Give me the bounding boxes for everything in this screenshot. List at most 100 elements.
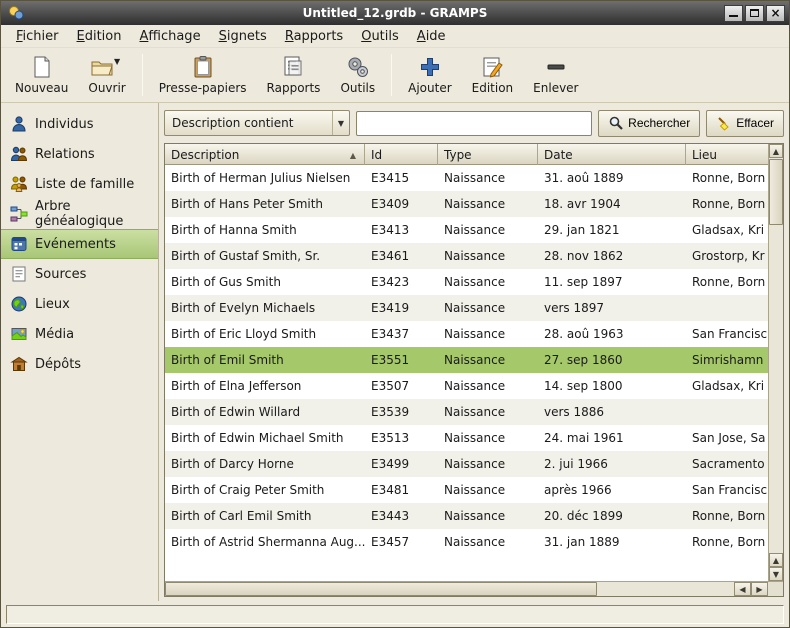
column-header-type[interactable]: Type [438,144,538,165]
add-button[interactable]: Ajouter [398,50,462,100]
table-row[interactable]: Birth of Craig Peter Smith E3481 Naissan… [165,477,768,503]
minimize-button[interactable] [724,5,743,22]
scroll-down-button[interactable]: ▼ [769,567,783,581]
column-header-lieu[interactable]: Lieu [686,144,768,165]
cell-description: Birth of Astrid Shermanna Aug... [165,535,365,549]
clear-button[interactable]: Effacer [706,110,784,137]
cell-type: Naissance [438,431,538,445]
cell-description: Birth of Carl Emil Smith [165,509,365,523]
table-row[interactable]: Birth of Hans Peter Smith E3409 Naissanc… [165,191,768,217]
table-header: Description ▲ Id Type Date Lieu [165,144,768,165]
cell-type: Naissance [438,223,538,237]
column-header-description[interactable]: Description ▲ [165,144,365,165]
broom-icon [716,115,732,131]
menu-aide[interactable]: Aide [408,26,455,47]
status-bar-row [1,601,789,627]
open-button[interactable]: ▼ Ouvrir [78,50,135,100]
maximize-icon [750,9,759,17]
cell-place: San Francisc [686,483,768,497]
sidebar-item-liste-de-famille[interactable]: Liste de famille [1,169,158,199]
table-row[interactable]: Birth of Darcy Horne E3499 Naissance 2. … [165,451,768,477]
table-row-selected[interactable]: Birth of Emil Smith E3551 Naissance 27. … [165,347,768,373]
sidebar-item-arbre-genealogique[interactable]: Arbre généalogique [1,199,158,229]
table-row[interactable]: Birth of Elna Jefferson E3507 Naissance … [165,373,768,399]
cell-date: vers 1886 [538,405,686,419]
edit-button[interactable]: Edition [462,50,524,100]
sidebar-item-depots[interactable]: Dépôts [1,349,158,379]
scroll-right-button[interactable]: ▶ [751,582,768,596]
sidebar-item-media[interactable]: Média [1,319,158,349]
events-view: Description contient ▼ Rechercher [159,103,789,601]
chevron-down-icon: ▼ [332,111,349,135]
column-header-id[interactable]: Id [365,144,438,165]
cell-description: Birth of Hans Peter Smith [165,197,365,211]
vertical-scrollbar-track[interactable] [769,225,783,553]
cell-date: 24. mai 1961 [538,431,686,445]
cell-place: San Jose, Sa [686,431,768,445]
edit-icon [480,55,504,79]
horizontal-scrollbar[interactable] [165,582,734,596]
cell-date: vers 1897 [538,301,686,315]
cell-date: 2. jui 1966 [538,457,686,471]
cell-description: Birth of Craig Peter Smith [165,483,365,497]
maximize-button[interactable] [745,5,764,22]
table-row[interactable]: Birth of Gus Smith E3423 Naissance 11. s… [165,269,768,295]
cell-type: Naissance [438,457,538,471]
cell-id: E3481 [365,483,438,497]
column-header-date[interactable]: Date [538,144,686,165]
sidebar-item-sources[interactable]: Sources [1,259,158,289]
reports-icon [281,55,305,79]
table-row[interactable]: Birth of Herman Julius Nielsen E3415 Nai… [165,165,768,191]
clipboard-button[interactable]: Presse-papiers [149,50,257,100]
sidebar-item-individus[interactable]: Individus [1,109,158,139]
menu-edition[interactable]: Edition [68,26,131,47]
filter-type-dropdown[interactable]: Description contient ▼ [164,110,350,136]
table-row[interactable]: Birth of Hanna Smith E3413 Naissance 29.… [165,217,768,243]
sidebar-item-relations[interactable]: Relations [1,139,158,169]
remove-button[interactable]: Enlever [523,50,588,100]
new-button[interactable]: Nouveau [5,50,78,100]
cell-type: Naissance [438,197,538,211]
filter-search-input[interactable] [356,111,592,136]
close-button[interactable]: × [766,5,785,22]
table-row[interactable]: Birth of Astrid Shermanna Aug... E3457 N… [165,529,768,555]
table-row[interactable]: Birth of Carl Emil Smith E3443 Naissance… [165,503,768,529]
scroll-left-button[interactable]: ◀ [734,582,751,596]
window-title: Untitled_12.grdb - GRAMPS [1,6,789,20]
sidebar-item-lieux[interactable]: Lieux [1,289,158,319]
cell-place: Ronne, Born [686,275,768,289]
cell-place: San Francisc [686,327,768,341]
menu-rapports[interactable]: Rapports [276,26,352,47]
menu-signets[interactable]: Signets [210,26,276,47]
cell-id: E3409 [365,197,438,211]
table-row[interactable]: Birth of Gustaf Smith, Sr. E3461 Naissan… [165,243,768,269]
cell-description: Birth of Edwin Michael Smith [165,431,365,445]
table-row[interactable]: Birth of Eric Lloyd Smith E3437 Naissanc… [165,321,768,347]
chevron-down-icon[interactable]: ▼ [114,57,124,78]
table-row[interactable]: Birth of Edwin Willard E3539 Naissance v… [165,399,768,425]
cell-description: Birth of Herman Julius Nielsen [165,171,365,185]
cell-date: 20. déc 1899 [538,509,686,523]
media-icon [10,325,28,343]
cell-date: 18. avr 1904 [538,197,686,211]
title-bar[interactable]: Untitled_12.grdb - GRAMPS × [1,1,789,25]
reports-button[interactable]: Rapports [257,50,331,100]
scroll-up-button[interactable]: ▲ [769,144,783,158]
vertical-scrollbar-thumb[interactable] [769,159,783,225]
cell-type: Naissance [438,327,538,341]
tools-button[interactable]: Outils [330,50,385,100]
minimize-icon [729,9,738,17]
cell-place: Grostorp, Kr [686,249,768,263]
horizontal-scrollbar-thumb[interactable] [165,582,597,596]
sidebar-item-evenements[interactable]: Evénements [1,229,158,259]
table-row[interactable]: Birth of Evelyn Michaels E3419 Naissance… [165,295,768,321]
scroll-up-button-secondary[interactable]: ▲ [769,553,783,567]
search-button[interactable]: Rechercher [598,110,700,137]
menu-affichage[interactable]: Affichage [130,26,209,47]
menu-outils[interactable]: Outils [352,26,408,47]
vertical-scrollbar[interactable]: ▲ ▲ ▼ [768,144,783,581]
menu-fichier[interactable]: Fichier [7,26,68,47]
table-row[interactable]: Birth of Edwin Michael Smith E3513 Naiss… [165,425,768,451]
cell-place: Ronne, Born [686,171,768,185]
cell-place: Ronne, Born [686,197,768,211]
